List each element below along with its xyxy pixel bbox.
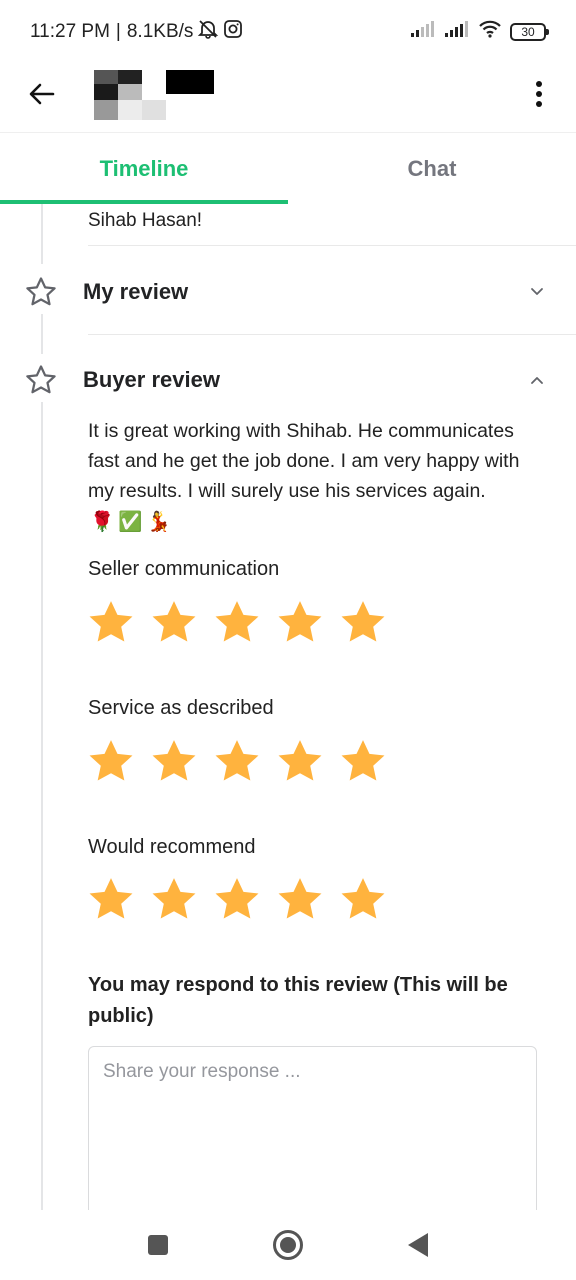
network-speed: 8.1KB/s xyxy=(126,21,194,42)
home-circle-icon xyxy=(273,1230,303,1260)
status-left: 11:27 PM | 8.1KB/s xyxy=(30,19,243,45)
home-button[interactable] xyxy=(271,1228,305,1262)
review-text: It is great working with Shihab. He comm… xyxy=(88,416,538,537)
star-rating xyxy=(86,598,388,648)
battery-level: 30 xyxy=(521,24,535,39)
tab-label: Chat xyxy=(407,155,457,181)
buyer-review-title: Buyer review xyxy=(83,367,220,392)
chevron-up-icon xyxy=(531,377,543,384)
tab-bar: Timeline Chat xyxy=(0,132,576,204)
avatar xyxy=(94,70,216,120)
star-outline-icon xyxy=(24,363,58,397)
timeline-line xyxy=(41,204,43,264)
status-bar: 11:27 PM | 8.1KB/s 30 xyxy=(0,0,576,62)
star-filled-icon xyxy=(89,740,133,781)
app-header xyxy=(0,62,576,132)
status-time: 11:27 PM xyxy=(30,21,110,42)
navigation-bar xyxy=(0,1210,576,1280)
star-filled-icon xyxy=(341,740,385,781)
my-review-toggle[interactable]: My review xyxy=(0,268,576,316)
muted-bell-icon xyxy=(197,19,219,45)
timeline: Sihab Hasan! My review Buyer review It i… xyxy=(0,204,576,1210)
response-input[interactable] xyxy=(88,1046,537,1210)
star-filled-icon xyxy=(89,878,133,919)
star-filled-icon xyxy=(89,601,133,642)
recents-square-icon xyxy=(148,1235,168,1255)
signal-icon xyxy=(410,21,436,42)
previous-message-text: Sihab Hasan! xyxy=(88,210,203,231)
star-outline-icon xyxy=(24,275,58,309)
check-mark-emoji: ✅ xyxy=(118,510,143,533)
star-filled-icon xyxy=(152,878,196,919)
respond-title: You may respond to this review (This wil… xyxy=(88,974,508,1027)
star-filled-icon xyxy=(278,601,322,642)
instagram-icon xyxy=(223,19,243,45)
star-filled-icon xyxy=(278,740,322,781)
arrow-left-icon xyxy=(29,83,55,105)
star-rating xyxy=(86,875,388,925)
star-filled-icon xyxy=(341,878,385,919)
back-button[interactable] xyxy=(22,74,62,114)
more-options-button[interactable] xyxy=(522,72,556,116)
rating-label: Seller communication xyxy=(88,558,280,580)
buyer-review-toggle[interactable]: Buyer review xyxy=(0,356,576,404)
rating-label: Would recommend xyxy=(88,836,256,858)
star-rating xyxy=(86,737,388,787)
recents-button[interactable] xyxy=(141,1228,175,1262)
tab-label: Timeline xyxy=(99,155,189,181)
more-vertical-icon xyxy=(536,81,542,107)
wifi-icon xyxy=(478,20,502,43)
tab-timeline[interactable]: Timeline xyxy=(0,133,288,204)
back-nav-button[interactable] xyxy=(401,1228,435,1262)
battery-icon: 30 xyxy=(510,22,549,41)
status-separator: | xyxy=(115,21,121,42)
star-filled-icon xyxy=(215,740,259,781)
star-filled-icon xyxy=(215,601,259,642)
star-filled-icon xyxy=(341,601,385,642)
rose-emoji: 🌹 xyxy=(90,510,115,533)
star-filled-icon xyxy=(152,740,196,781)
star-filled-icon xyxy=(152,601,196,642)
review-body: It is great working with Shihab. He comm… xyxy=(88,420,520,502)
my-review-title: My review xyxy=(83,279,189,304)
signal-icon xyxy=(444,21,470,42)
divider xyxy=(88,245,576,246)
star-filled-icon xyxy=(278,878,322,919)
dancer-emoji: 💃 xyxy=(146,510,171,533)
timeline-line xyxy=(41,314,43,354)
back-triangle-icon xyxy=(408,1233,428,1257)
divider xyxy=(88,334,576,335)
status-right: 30 xyxy=(410,20,549,43)
chevron-down-icon xyxy=(531,288,543,295)
tab-chat[interactable]: Chat xyxy=(288,133,576,204)
review-emojis: 🌹 ✅ 💃 xyxy=(90,507,171,537)
rating-label: Service as described xyxy=(88,697,274,719)
timeline-line xyxy=(41,402,43,1210)
star-filled-icon xyxy=(215,878,259,919)
